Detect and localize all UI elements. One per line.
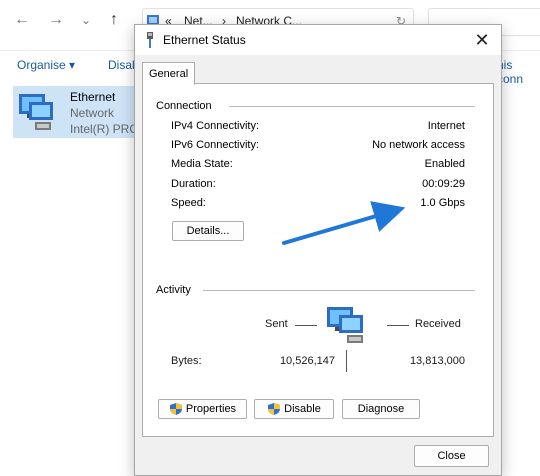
ipv4-label: IPv4 Connectivity: xyxy=(171,120,260,132)
duration-value: 00:09:29 xyxy=(422,178,465,190)
this-connection-command[interactable]: his conn xyxy=(497,58,540,86)
close-icon[interactable]: ✕ xyxy=(471,29,493,51)
bytes-sent-value: 10,526,147 xyxy=(279,355,335,367)
back-arrow-icon[interactable]: ← xyxy=(12,10,32,30)
activity-heading: Activity xyxy=(156,284,197,296)
general-tab-panel: Connection IPv4 Connectivity: Internet I… xyxy=(142,83,494,437)
properties-label: Properties xyxy=(185,403,237,415)
ipv6-value: No network access xyxy=(372,139,465,151)
ipv6-label: IPv6 Connectivity: xyxy=(171,139,260,151)
connection-group-divider xyxy=(229,106,475,107)
bytes-received-value: 13,813,000 xyxy=(409,355,465,367)
organise-menu[interactable]: Organise ▾ xyxy=(17,58,75,72)
ipv4-value: Internet xyxy=(427,120,465,132)
disable-button[interactable]: Disable xyxy=(254,399,334,419)
adapter-device: Intel(R) PRO xyxy=(70,122,139,136)
properties-button[interactable]: Properties xyxy=(158,399,247,419)
dialog-titlebar[interactable]: Ethernet Status ✕ xyxy=(135,25,501,55)
network-activity-icon xyxy=(325,303,379,349)
network-adapter-icon xyxy=(15,90,63,134)
diagnose-button[interactable]: Diagnose xyxy=(342,399,420,419)
sent-label: Sent xyxy=(265,318,288,330)
adapter-name: Ethernet xyxy=(70,90,116,104)
uac-shield-icon xyxy=(169,402,183,416)
media-state-label: Media State: xyxy=(171,158,233,170)
disable-label: Disable xyxy=(284,403,321,415)
ethernet-cable-icon xyxy=(145,32,155,48)
forward-arrow-icon[interactable]: → xyxy=(46,10,66,30)
activity-group-divider xyxy=(203,290,475,291)
recent-dropdown-icon[interactable]: ⌄ xyxy=(76,10,96,30)
speed-value: 1.0 Gbps xyxy=(420,197,465,209)
duration-label: Duration: xyxy=(171,178,216,190)
close-button[interactable]: Close xyxy=(414,445,489,467)
details-button[interactable]: Details... xyxy=(172,221,244,241)
up-arrow-icon[interactable]: ↑ xyxy=(104,10,124,30)
tab-general[interactable]: General xyxy=(142,62,196,85)
received-label: Received xyxy=(415,318,461,330)
ethernet-status-dialog: Ethernet Status ✕ General Connection IPv… xyxy=(134,24,502,476)
adapter-type: Network xyxy=(70,106,115,120)
speed-label: Speed: xyxy=(171,197,206,209)
dialog-title: Ethernet Status xyxy=(163,33,246,47)
bytes-divider xyxy=(346,350,347,372)
media-state-value: Enabled xyxy=(424,158,465,170)
connection-heading: Connection xyxy=(156,100,218,112)
uac-shield-icon xyxy=(267,402,281,416)
received-line xyxy=(387,325,409,326)
sent-line xyxy=(295,325,317,326)
bytes-label: Bytes: xyxy=(171,355,202,367)
